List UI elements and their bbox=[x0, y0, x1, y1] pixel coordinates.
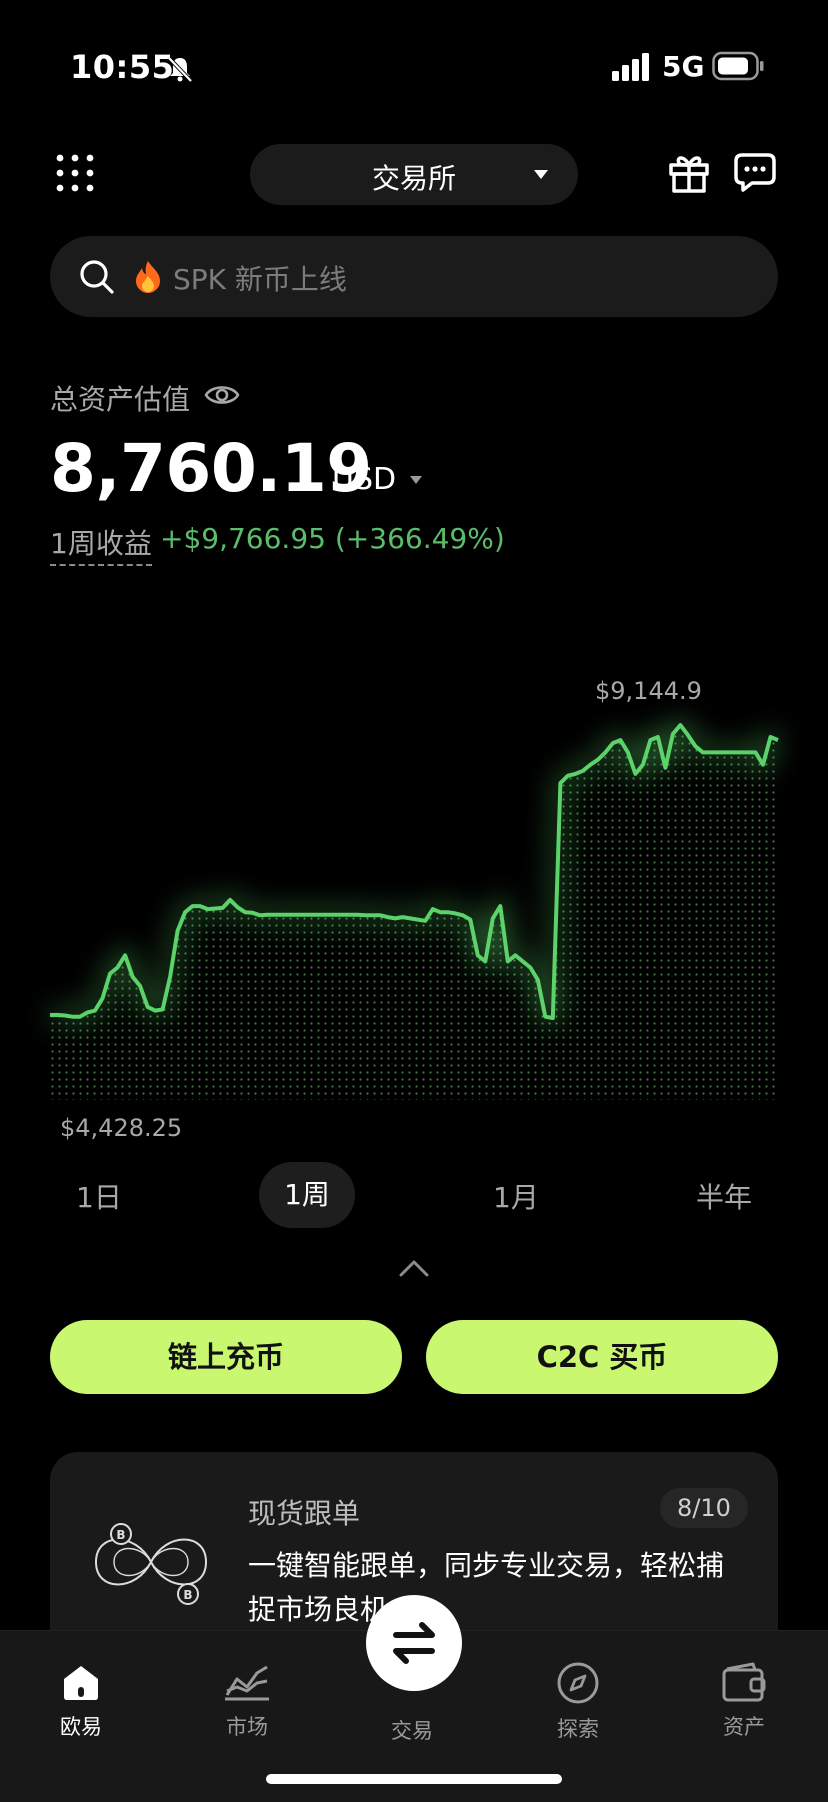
nav-trade[interactable]: 交易 bbox=[362, 1707, 462, 1745]
gift-icon[interactable] bbox=[668, 152, 710, 194]
svg-text:B: B bbox=[116, 1528, 125, 1542]
svg-text:B: B bbox=[183, 1588, 192, 1602]
chevron-up-icon[interactable] bbox=[398, 1258, 430, 1278]
total-assets-label: 总资产估值 bbox=[50, 383, 191, 416]
nav-assets-label: 资产 bbox=[723, 1715, 765, 1739]
range-tab-1d[interactable]: 1日 bbox=[76, 1176, 122, 1216]
apps-grid-icon[interactable] bbox=[55, 153, 95, 193]
chart-max-label: $9,144.9 bbox=[595, 677, 702, 705]
nav-assets[interactable]: 资产 bbox=[694, 1661, 794, 1741]
exchange-label: 交易所 bbox=[371, 162, 456, 195]
home-indicator bbox=[266, 1774, 562, 1784]
wallet-icon bbox=[722, 1662, 766, 1702]
card-page-badge: 8/10 bbox=[660, 1488, 748, 1528]
chart-min-label: $4,428.25 bbox=[60, 1114, 183, 1142]
chat-icon[interactable] bbox=[734, 152, 776, 192]
nav-explore-label: 探索 bbox=[557, 1717, 599, 1741]
currency-selector[interactable]: USD bbox=[332, 462, 396, 497]
card-description: 一键智能跟单，同步专业交易，轻松捕捉市场良机 bbox=[248, 1549, 725, 1626]
chart-area-fill bbox=[50, 725, 778, 1100]
balance-value: 8,760.19 bbox=[50, 430, 372, 507]
nav-explore[interactable]: 探索 bbox=[528, 1661, 628, 1743]
nav-home[interactable]: 欧易 bbox=[31, 1661, 131, 1741]
caret-down-icon bbox=[534, 170, 548, 179]
caret-down-icon[interactable] bbox=[410, 476, 422, 484]
nav-trade-label: 交易 bbox=[391, 1719, 433, 1743]
search-bar[interactable]: SPK 新币上线 bbox=[50, 236, 778, 317]
nav-market-label: 市场 bbox=[226, 1715, 268, 1739]
battery-icon bbox=[712, 51, 764, 81]
infinity-bitcoin-illustration: B B bbox=[94, 1523, 208, 1605]
trade-fab-button[interactable] bbox=[366, 1595, 462, 1691]
range-tab-6m[interactable]: 半年 bbox=[696, 1176, 752, 1216]
balance-chart bbox=[49, 717, 780, 1100]
range-tab-1m[interactable]: 1月 bbox=[493, 1176, 539, 1216]
eye-icon[interactable] bbox=[204, 380, 240, 410]
market-chart-icon bbox=[225, 1665, 269, 1701]
status-time: 10:55 bbox=[70, 48, 175, 86]
fire-icon bbox=[136, 261, 160, 293]
range-tab-1w-label: 1周 bbox=[284, 1178, 330, 1211]
signal-icon bbox=[612, 53, 649, 81]
range-tab-1w[interactable]: 1周 bbox=[259, 1162, 355, 1228]
compass-icon bbox=[557, 1662, 599, 1704]
exchange-selector[interactable]: 交易所 bbox=[250, 144, 578, 205]
bell-silent-icon bbox=[167, 56, 193, 83]
pnl-value: +$9,766.95 (+366.49%) bbox=[160, 522, 505, 555]
home-icon bbox=[64, 1666, 98, 1700]
nav-home-label: 欧易 bbox=[60, 1715, 102, 1739]
c2c-buy-button[interactable]: C2C 买币 bbox=[426, 1320, 778, 1394]
pnl-period-label[interactable]: 1周收益 bbox=[50, 522, 152, 566]
search-icon bbox=[80, 260, 114, 294]
nav-market[interactable]: 市场 bbox=[197, 1661, 297, 1741]
swap-icon bbox=[393, 1622, 435, 1664]
network-type: 5G bbox=[662, 50, 705, 83]
search-placeholder: SPK 新币上线 bbox=[173, 263, 347, 296]
onchain-deposit-button[interactable]: 链上充币 bbox=[50, 1320, 402, 1394]
card-title: 现货跟单 bbox=[248, 1497, 361, 1530]
